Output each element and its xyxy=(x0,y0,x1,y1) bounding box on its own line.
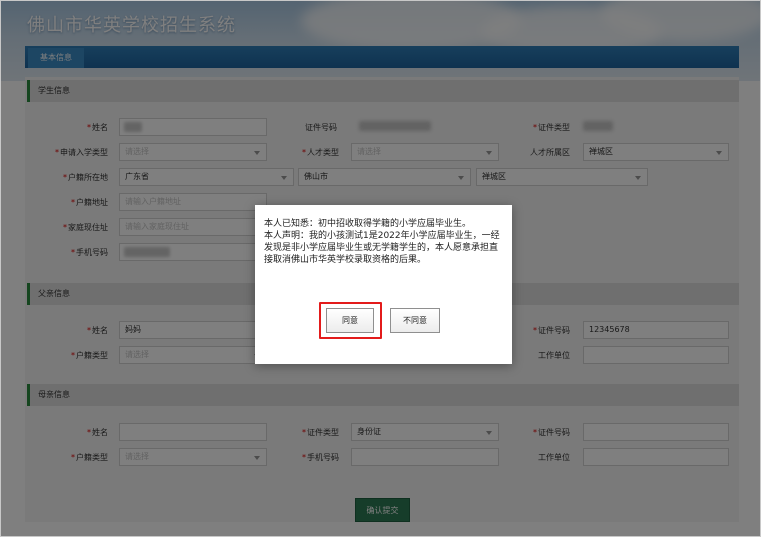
declaration-line-1: 本人已知悉：初中招收取得学籍的小学应届毕业生。 xyxy=(264,219,472,229)
agree-highlight-box xyxy=(319,302,382,339)
app-window: 佛山市华英学校招生系统 基本信息 学生信息 *姓名 证件号码 *证件类型 *申请… xyxy=(0,0,761,537)
declaration-line-2: 本人声明：我的小孩测试1是2022年小学应届毕业生，一经发现是非小学应届毕业生或… xyxy=(264,231,500,265)
disagree-button[interactable]: 不同意 xyxy=(390,308,440,333)
declaration-dialog: 本人已知悉：初中招收取得学籍的小学应届毕业生。 本人声明：我的小孩测试1是202… xyxy=(255,205,512,364)
declaration-text: 本人已知悉：初中招收取得学籍的小学应届毕业生。 本人声明：我的小孩测试1是202… xyxy=(264,218,504,266)
